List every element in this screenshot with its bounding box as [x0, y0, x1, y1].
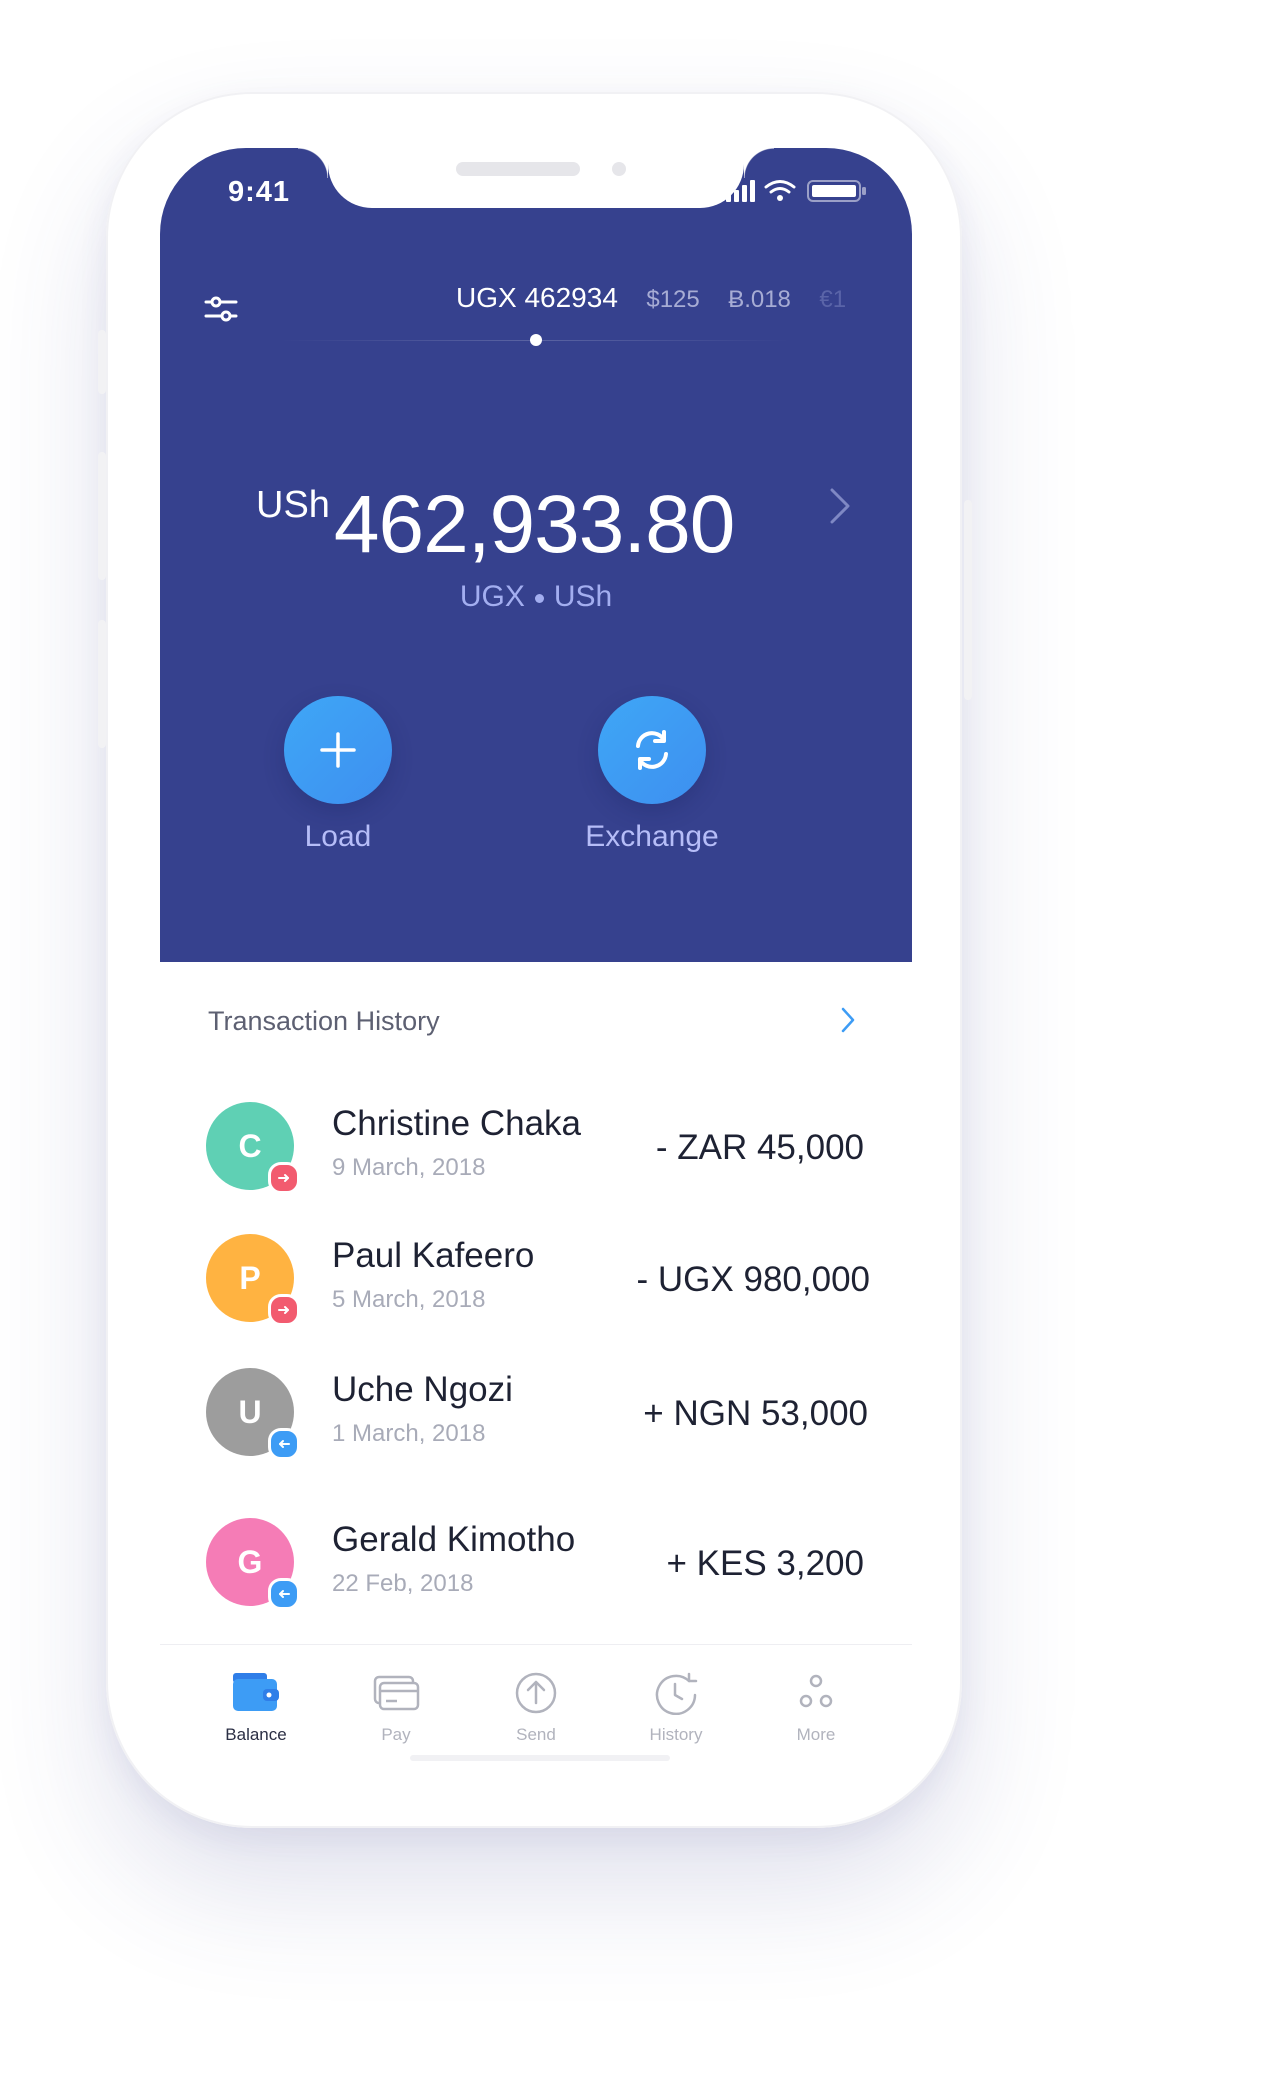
battery-icon: [807, 180, 866, 202]
app-screen: 9:41 UGX 462934 $125 Ƀ.018 €1 USh462,933…: [160, 148, 912, 1772]
transaction-amount: + NGN 53,000: [643, 1394, 868, 1433]
balance-amount: USh462,933.80: [256, 478, 735, 572]
exchange-icon: [636, 730, 668, 770]
currency-tab[interactable]: Ƀ.018: [728, 286, 791, 314]
tab-label: Balance: [225, 1725, 287, 1744]
more-icon: [799, 1674, 833, 1708]
power-button: [964, 500, 972, 700]
outgoing-badge-icon: [268, 1162, 300, 1194]
transaction-amount: + KES 3,200: [666, 1544, 864, 1583]
transaction-row[interactable]: G Gerald Kimotho 22 Feb, 2018 + KES 3,20…: [160, 1518, 912, 1618]
transaction-date: 9 March, 2018: [332, 1154, 486, 1181]
balance-header: 9:41 UGX 462934 $125 Ƀ.018 €1 USh462,933…: [160, 148, 912, 962]
status-icons: [726, 180, 866, 202]
tab-label: Send: [516, 1725, 556, 1744]
tab-label: More: [796, 1725, 836, 1744]
tab-balance[interactable]: Balance: [196, 1671, 316, 1745]
load-button[interactable]: [284, 696, 392, 804]
filter-icon[interactable]: [204, 294, 238, 324]
home-indicator[interactable]: [410, 1755, 670, 1761]
signal-icon: [726, 180, 755, 202]
status-time: 9:41: [228, 176, 291, 208]
exchange-label: Exchange: [585, 820, 719, 853]
currency-selector[interactable]: UGX 462934 $125 Ƀ.018 €1: [456, 282, 870, 322]
currency-tab-active[interactable]: UGX 462934: [456, 282, 618, 314]
currency-unit: USh: [553, 580, 613, 613]
transaction-row[interactable]: C Christine Chaka 9 March, 2018 - ZAR 45…: [160, 1102, 912, 1202]
tab-bar: Balance Pay Send History More: [160, 1644, 912, 1772]
volume-down-button: [98, 620, 106, 748]
tab-history[interactable]: History: [616, 1671, 736, 1745]
incoming-badge-icon: [268, 1428, 300, 1460]
transaction-name: Uche Ngozi: [332, 1370, 513, 1409]
transaction-row[interactable]: P Paul Kafeero 5 March, 2018 - UGX 980,0…: [160, 1234, 912, 1334]
transaction-name: Gerald Kimotho: [332, 1520, 576, 1559]
tab-label: Pay: [381, 1725, 411, 1744]
notch: [298, 148, 774, 208]
balance-value: 462,933.80: [333, 479, 735, 570]
currency-tab[interactable]: $125: [646, 286, 699, 314]
chevron-right-icon[interactable]: [828, 486, 852, 526]
transaction-amount: - UGX 980,000: [636, 1260, 870, 1299]
transaction-date: 1 March, 2018: [332, 1420, 486, 1447]
mute-switch: [98, 330, 106, 394]
tab-label: History: [649, 1725, 703, 1744]
transaction-amount: - ZAR 45,000: [655, 1128, 864, 1167]
transaction-history-title: Transaction History: [208, 1006, 440, 1036]
currency-code: UGX: [459, 580, 525, 613]
transaction-date: 5 March, 2018: [332, 1286, 486, 1313]
currency-symbol: USh: [256, 484, 330, 526]
wallet-icon: [233, 1673, 279, 1711]
volume-up-button: [98, 452, 106, 580]
load-label: Load: [304, 820, 372, 853]
transaction-name: Christine Chaka: [332, 1104, 581, 1143]
outgoing-badge-icon: [268, 1294, 300, 1326]
card-icon: [373, 1675, 420, 1711]
tab-pay[interactable]: Pay: [336, 1671, 456, 1745]
plus-icon: [320, 732, 356, 768]
transaction-name: Paul Kafeero: [332, 1236, 535, 1275]
load-action[interactable]: Load: [284, 696, 392, 854]
currency-tab[interactable]: €1: [819, 286, 846, 314]
separator-dot: [534, 593, 544, 603]
wifi-icon: [764, 180, 796, 201]
chevron-right-icon[interactable]: [840, 1006, 856, 1034]
tab-more[interactable]: More: [756, 1671, 876, 1745]
send-icon: [515, 1672, 557, 1714]
history-icon: [655, 1672, 698, 1715]
speaker: [456, 162, 580, 176]
page-indicator-dot: [530, 334, 542, 346]
balance-currency-info: UGX USh: [160, 580, 912, 614]
camera: [612, 162, 626, 176]
incoming-badge-icon: [268, 1578, 300, 1610]
exchange-button[interactable]: [598, 696, 706, 804]
tab-send[interactable]: Send: [476, 1671, 596, 1745]
transaction-row[interactable]: U Uche Ngozi 1 March, 2018 + NGN 53,000: [160, 1368, 912, 1468]
exchange-action[interactable]: Exchange: [585, 696, 719, 854]
transaction-date: 22 Feb, 2018: [332, 1570, 474, 1597]
